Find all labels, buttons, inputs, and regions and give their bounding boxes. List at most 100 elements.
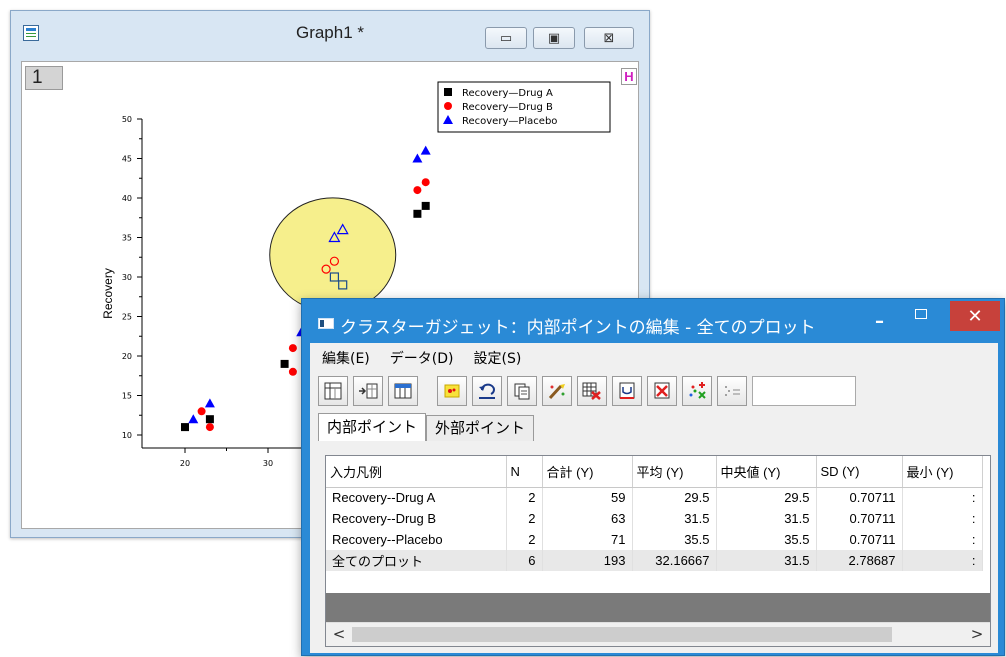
- dialog-app-icon: [318, 318, 334, 329]
- cell-min: :: [902, 529, 983, 550]
- cell-median: 29.5: [716, 487, 817, 508]
- y-tick-label: 40: [122, 194, 132, 203]
- legend-marker: [444, 102, 452, 110]
- cell-legend: 全てのプロット: [326, 550, 507, 571]
- cell-n: 2: [506, 529, 543, 550]
- x-tick-label: 20: [180, 459, 190, 468]
- cell-min: :: [902, 550, 983, 571]
- worksheet-icon[interactable]: [318, 376, 348, 406]
- legend-label: Recovery—Drug A: [462, 88, 553, 99]
- cell-mean: 32.16667: [632, 550, 717, 571]
- stats-table: 入力凡例 N 合計 (Y) 平均 (Y) 中央値 (Y) SD (Y) 最小 (…: [326, 456, 983, 571]
- undo-icon[interactable]: [472, 376, 502, 406]
- cell-median: 35.5: [716, 529, 817, 550]
- col-sd[interactable]: SD (Y): [816, 456, 903, 488]
- graph-title-bar[interactable]: Graph1 * ▭ ▣ ⊠: [11, 11, 649, 57]
- scatter-options-icon[interactable]: [717, 376, 747, 406]
- stats-grid[interactable]: 入力凡例 N 合計 (Y) 平均 (Y) 中央値 (Y) SD (Y) 最小 (…: [325, 455, 991, 647]
- col-median[interactable]: 中央値 (Y): [716, 456, 817, 488]
- cell-n: 2: [506, 508, 543, 529]
- scroll-right-arrow-icon[interactable]: >: [968, 625, 986, 643]
- legend-marker: [444, 88, 452, 96]
- remove-icon[interactable]: [647, 376, 677, 406]
- y-tick-label: 10: [122, 431, 132, 440]
- menu-bar: 編集(E) データ(D) 設定(S): [310, 343, 998, 373]
- legend-label: Recovery—Drug B: [462, 102, 553, 113]
- data-point: [421, 178, 430, 187]
- menu-data[interactable]: データ(D): [382, 348, 462, 368]
- y-tick-label: 45: [122, 155, 132, 164]
- y-tick-label: 35: [122, 234, 132, 243]
- legend-label: Recovery—Placebo: [462, 116, 557, 127]
- table-header-row: 入力凡例 N 合計 (Y) 平均 (Y) 中央値 (Y) SD (Y) 最小 (…: [326, 456, 983, 488]
- extract-icon[interactable]: [612, 376, 642, 406]
- horizontal-scrollbar[interactable]: < >: [326, 622, 990, 646]
- col-sum[interactable]: 合計 (Y): [542, 456, 633, 488]
- menu-settings[interactable]: 設定(S): [466, 348, 530, 368]
- cell-sum: 193: [542, 550, 633, 571]
- cell-median: 31.5: [716, 550, 817, 571]
- toolbar-input[interactable]: [752, 376, 856, 406]
- scatter-add-icon[interactable]: [682, 376, 712, 406]
- data-point: [205, 415, 214, 424]
- data-point: [197, 407, 206, 416]
- table-row[interactable]: Recovery--Drug A 2 59 29.5 29.5 0.70711 …: [326, 487, 983, 508]
- maximize-button[interactable]: ▣: [533, 27, 575, 49]
- cell-sum: 63: [542, 508, 633, 529]
- cell-sd: 2.78687: [816, 550, 903, 571]
- y-tick-label: 30: [122, 273, 132, 282]
- data-point: [188, 414, 199, 424]
- data-point: [421, 201, 430, 210]
- cell-legend: Recovery--Drug B: [326, 508, 507, 529]
- y-axis-label: Recovery: [101, 268, 115, 319]
- scroll-left-arrow-icon[interactable]: <: [330, 625, 348, 643]
- mask-icon[interactable]: [542, 376, 572, 406]
- dialog-client: 編集(E) データ(D) 設定(S) 内部ポイント 外部ポイント 入力凡例 N …: [310, 343, 998, 653]
- close-button[interactable]: ⊠: [584, 27, 634, 49]
- col-input-legend[interactable]: 入力凡例: [326, 456, 507, 488]
- columns-icon[interactable]: [388, 376, 418, 406]
- x-tick-label: 30: [263, 459, 273, 468]
- grid-empty-area: [326, 593, 990, 623]
- cell-mean: 29.5: [632, 487, 717, 508]
- scroll-thumb[interactable]: [352, 627, 892, 642]
- data-point: [181, 423, 189, 432]
- dialog-pin-button[interactable]: –: [875, 311, 884, 332]
- select-points-icon[interactable]: [437, 376, 467, 406]
- tab-outside-points[interactable]: 外部ポイント: [426, 415, 535, 441]
- col-min[interactable]: 最小 (Y): [902, 456, 983, 488]
- dialog-close-button[interactable]: ✕: [950, 301, 1000, 331]
- y-tick-label: 15: [122, 392, 132, 401]
- table-row-all-plots[interactable]: 全てのプロット 6 193 32.16667 31.5 2.78687 :: [326, 550, 983, 571]
- cell-median: 31.5: [716, 508, 817, 529]
- y-tick-label: 20: [122, 352, 132, 361]
- dialog-title-bar[interactable]: クラスターガジェット：内部ポイントの編集 - 全てのプロット – ✕: [302, 299, 1004, 343]
- data-point: [280, 359, 289, 368]
- cell-sum: 71: [542, 529, 633, 550]
- cell-legend: Recovery--Drug A: [326, 487, 507, 508]
- menu-edit[interactable]: 編集(E): [314, 348, 378, 368]
- tab-strip: 内部ポイント 外部ポイント: [318, 413, 535, 441]
- table-row[interactable]: Recovery--Placebo 2 71 35.5 35.5 0.70711…: [326, 529, 983, 550]
- data-point: [412, 153, 423, 163]
- data-point: [205, 423, 214, 432]
- delete-grid-icon[interactable]: [577, 376, 607, 406]
- copy-icon[interactable]: [507, 376, 537, 406]
- tab-inside-points[interactable]: 内部ポイント: [318, 413, 427, 441]
- dialog-title: クラスターガジェット：内部ポイントの編集 - 全てのプロット: [340, 318, 816, 338]
- cell-min: :: [902, 487, 983, 508]
- data-point: [204, 398, 215, 408]
- col-mean[interactable]: 平均 (Y): [632, 456, 717, 488]
- dialog-restore-button[interactable]: [915, 309, 927, 319]
- table-row[interactable]: Recovery--Drug B 2 63 31.5 31.5 0.70711 …: [326, 508, 983, 529]
- selection-circle: [269, 197, 397, 313]
- data-point: [420, 145, 431, 155]
- cluster-dialog[interactable]: クラスターガジェット：内部ポイントの編集 - 全てのプロット – ✕ 編集(E)…: [301, 298, 1005, 656]
- append-icon[interactable]: [353, 376, 383, 406]
- cell-mean: 35.5: [632, 529, 717, 550]
- data-point: [413, 209, 422, 218]
- minimize-button[interactable]: ▭: [485, 27, 527, 49]
- col-n[interactable]: N: [506, 456, 543, 488]
- cell-min: :: [902, 508, 983, 529]
- cell-sd: 0.70711: [816, 508, 903, 529]
